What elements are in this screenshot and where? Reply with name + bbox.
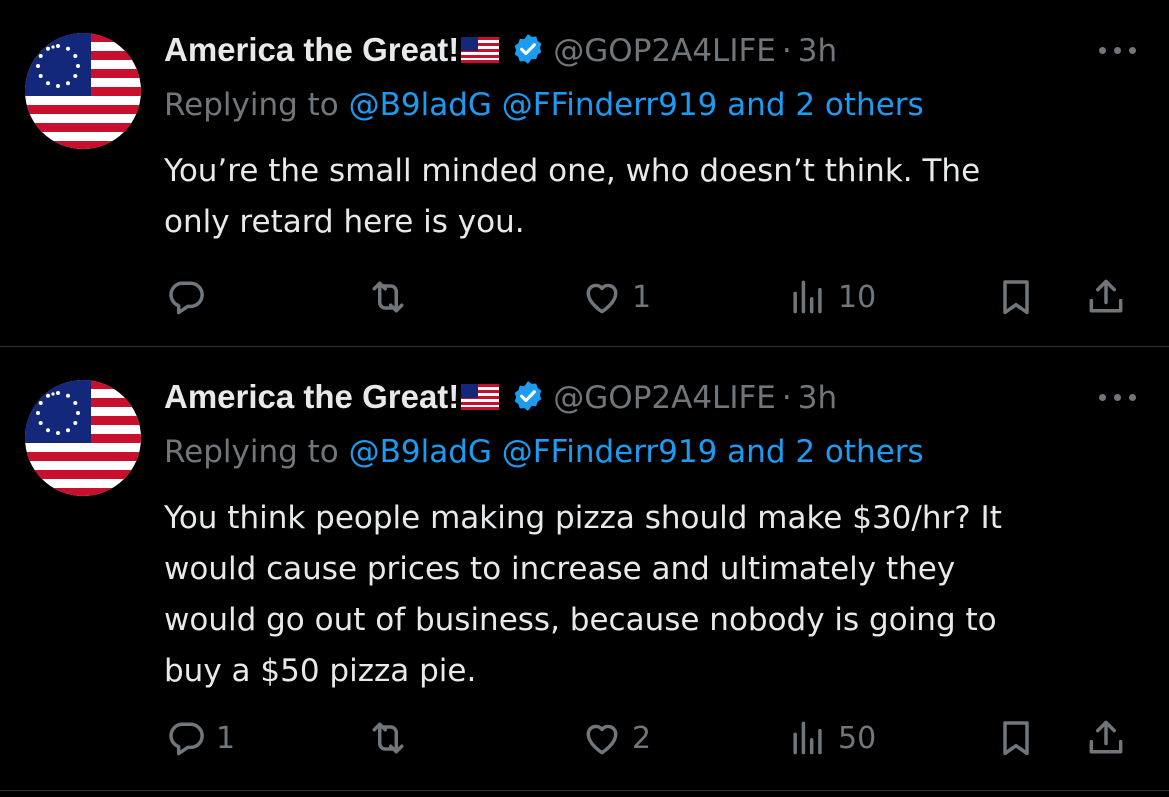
tweet[interactable]: America the Great! @GOP2A4LIFE · 3h Replyin… [0,347,1169,791]
display-name[interactable]: America the Great! [164,378,459,415]
tweet-header: America the Great! @GOP2A4LIFE · 3h [164,377,837,417]
tweet-text: You’re the small minded one, who doesn’t… [164,153,981,240]
reply-count: 1 [216,720,236,756]
replying-to-line: Replying to @B9ladG @FFinderr919 and 2 o… [164,432,924,472]
repost-button[interactable] [366,275,418,319]
tweet-text: You think people making pizza should mak… [164,500,1002,689]
us-flag-emoji-icon [461,32,500,72]
views-chart-icon [786,275,830,319]
replying-to-label: Replying to [164,87,339,123]
separator-dot: · [781,380,792,416]
action-bar: 1 2 50 [164,716,1144,760]
views-chart-icon [786,716,830,760]
reply-button[interactable]: 1 [164,716,235,760]
verified-badge-icon[interactable] [511,379,545,422]
tweet[interactable]: America the Great! @GOP2A4LIFE · 3h Replyin… [0,0,1169,347]
american-flag-avatar-icon[interactable] [25,33,141,149]
views-button[interactable]: 50 [786,716,876,760]
bookmark-icon [994,275,1038,319]
timestamp[interactable]: 3h [798,380,837,416]
timestamp[interactable]: 3h [798,33,837,69]
separator-dot: · [781,33,792,69]
replying-to-line: Replying to @B9ladG @FFinderr919 and 2 o… [164,85,924,125]
like-count: 1 [632,279,652,315]
repost-button[interactable] [366,716,418,760]
american-flag-avatar-icon[interactable] [25,380,141,496]
view-count: 50 [838,720,877,756]
repost-icon [366,275,410,319]
repost-icon [366,716,410,760]
reply-icon [164,716,208,760]
like-button[interactable]: 2 [580,716,651,760]
reply-mentions-link[interactable]: @B9ladG @FFinderr919 and 2 others [349,434,924,470]
tweet-header: America the Great! @GOP2A4LIFE · 3h [164,30,837,70]
like-count: 2 [632,720,652,756]
heart-icon [580,275,624,319]
like-button[interactable]: 1 [580,275,651,319]
bookmark-button[interactable] [994,716,1038,760]
action-bar: 1 10 [164,275,1144,319]
share-button[interactable] [1084,716,1128,760]
user-handle[interactable]: @GOP2A4LIFE [553,33,776,69]
replying-to-label: Replying to [164,434,339,470]
display-name[interactable]: America the Great! [164,31,459,68]
heart-icon [580,716,624,760]
user-handle[interactable]: @GOP2A4LIFE [553,380,776,416]
reply-mentions-link[interactable]: @B9ladG @FFinderr919 and 2 others [349,87,924,123]
reply-button[interactable] [164,275,216,319]
share-icon [1084,275,1128,319]
bookmark-button[interactable] [994,275,1038,319]
verified-badge-icon[interactable] [511,32,545,75]
views-button[interactable]: 10 [786,275,876,319]
share-icon [1084,716,1128,760]
bookmark-icon [994,716,1038,760]
us-flag-emoji-icon [461,379,500,419]
more-options-icon[interactable] [1099,392,1139,404]
reply-icon [164,275,208,319]
view-count: 10 [838,279,877,315]
share-button[interactable] [1084,275,1128,319]
more-options-icon[interactable] [1099,45,1139,57]
